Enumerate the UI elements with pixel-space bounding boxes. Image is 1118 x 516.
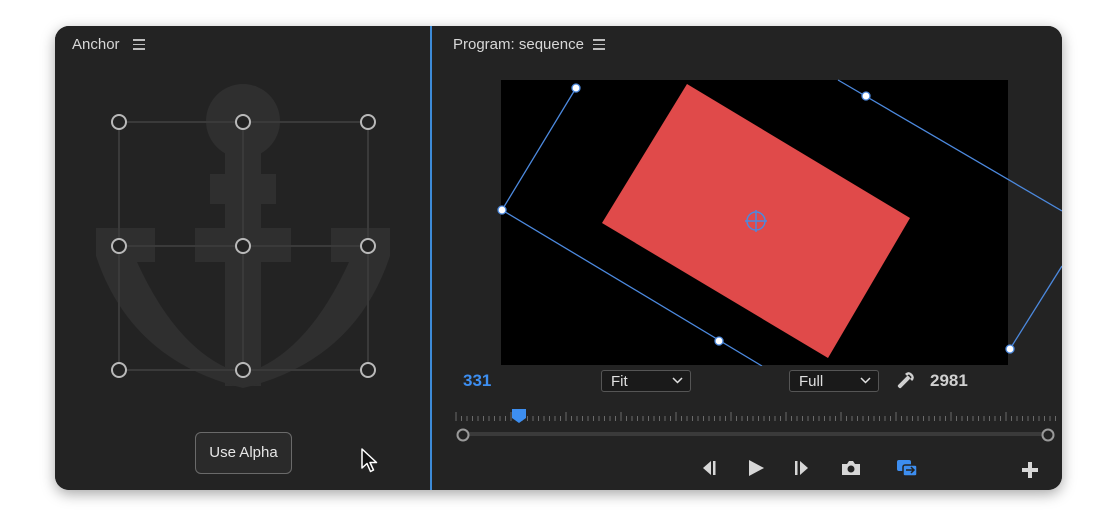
playback-resolution-value: Full <box>799 373 824 390</box>
anchor-panel: Anchor Use Alpha <box>55 26 430 490</box>
current-timecode[interactable]: 331 <box>463 371 491 391</box>
in-point-handle <box>456 428 470 442</box>
chevron-down-icon <box>672 377 683 384</box>
anchor-point-middle-right <box>360 238 376 254</box>
anchor-point-top-center <box>235 114 251 130</box>
anchor-point-bottom-center <box>235 362 251 378</box>
anchor-point-middle-left <box>111 238 127 254</box>
step-forward-icon[interactable] <box>792 459 814 477</box>
anchor-point-bottom-left <box>111 362 127 378</box>
zoom-fit-select[interactable]: Fit <box>601 370 691 392</box>
work-area-bar <box>463 432 1048 436</box>
toggle-proxy-icon[interactable] <box>895 457 919 479</box>
ruler-ticks <box>455 412 1056 421</box>
play-icon[interactable] <box>745 458 767 478</box>
anchor-point-top-left <box>111 114 127 130</box>
out-point-handle <box>1041 428 1055 442</box>
step-back-icon[interactable] <box>697 459 719 477</box>
playback-resolution-select[interactable]: Full <box>789 370 879 392</box>
camera-icon[interactable] <box>840 459 862 477</box>
add-icon[interactable] <box>1021 461 1039 479</box>
use-alpha-button[interactable]: Use Alpha <box>195 432 292 474</box>
zoom-fit-value: Fit <box>611 373 628 390</box>
anchor-point-top-right <box>360 114 376 130</box>
program-monitor-panel: Program: sequence 331 Fit Full 2981 <box>432 26 1062 490</box>
wrench-icon[interactable] <box>895 371 915 391</box>
anchor-point-center <box>235 238 251 254</box>
mouse-cursor-icon <box>361 448 378 473</box>
time-ruler[interactable] <box>432 406 1062 446</box>
playhead-icon <box>512 409 526 423</box>
anchor-point-bottom-right <box>360 362 376 378</box>
chevron-down-icon <box>860 377 871 384</box>
app-window: Anchor Use Alpha Program: sequence 331 F… <box>55 26 1062 490</box>
duration-timecode: 2981 <box>930 371 968 390</box>
program-preview[interactable] <box>432 26 1062 366</box>
anchor-widget[interactable] <box>55 26 430 426</box>
